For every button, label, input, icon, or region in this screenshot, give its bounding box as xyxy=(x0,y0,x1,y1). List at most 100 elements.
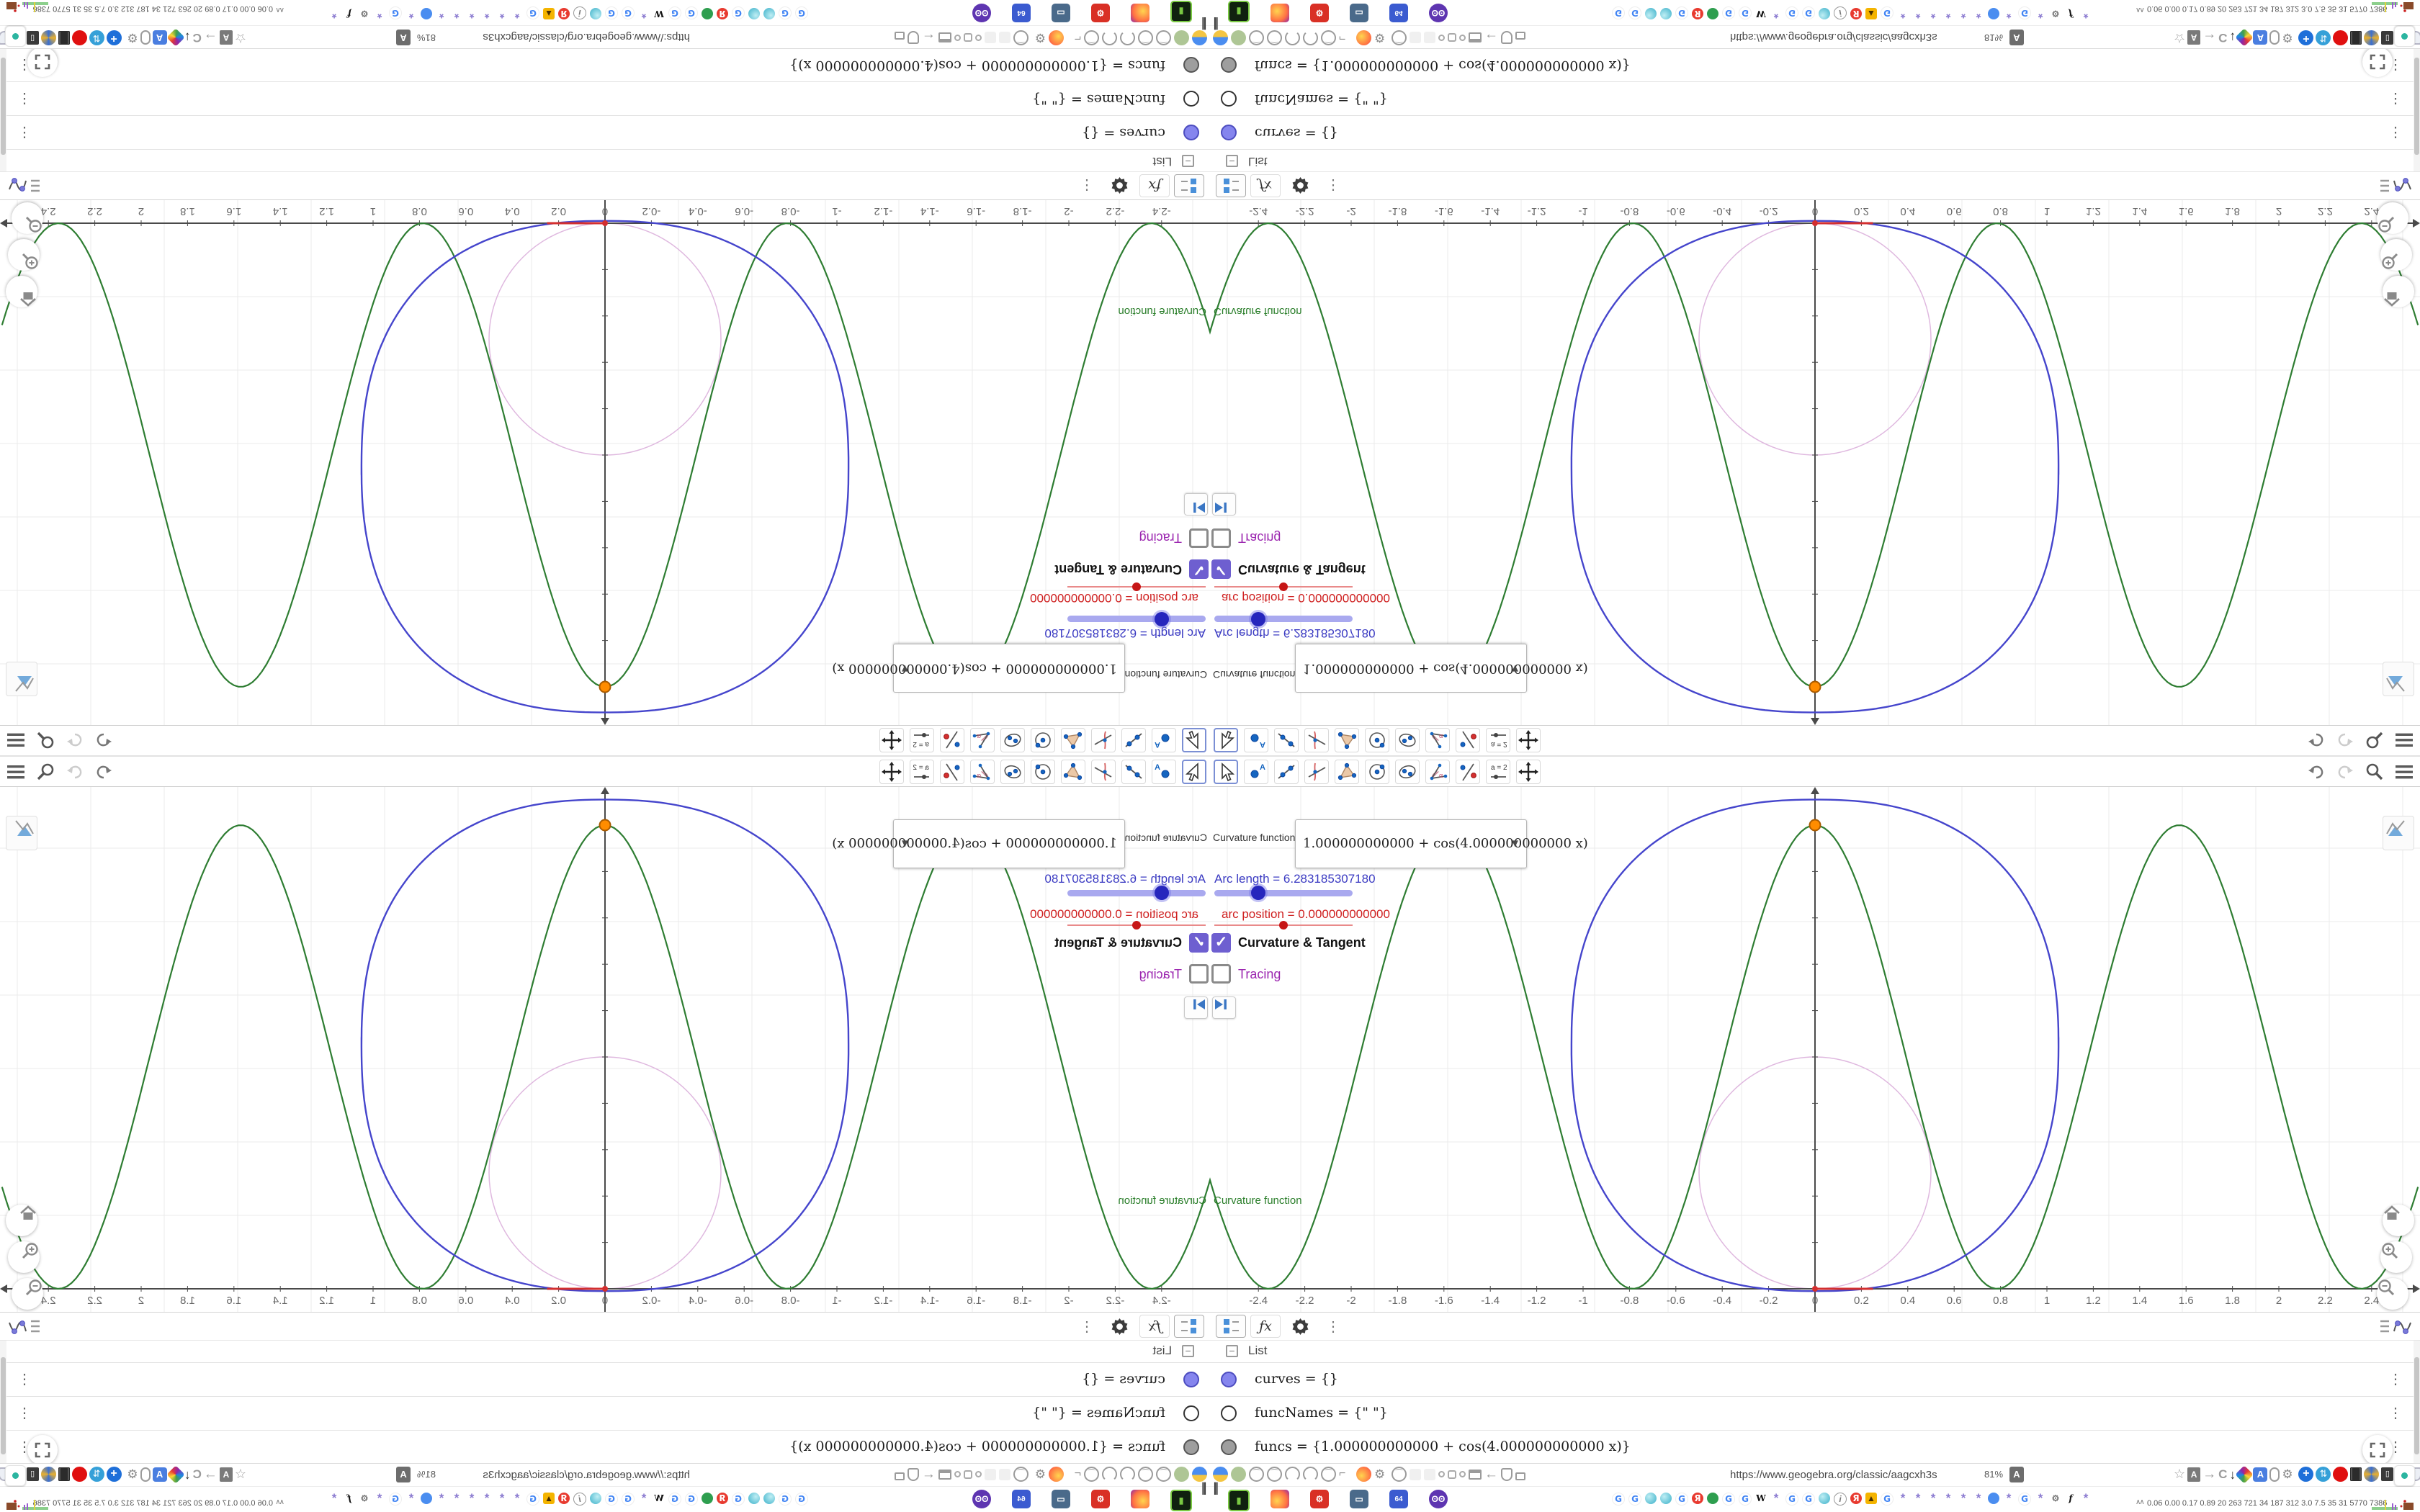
arrow-right-icon[interactable]: → xyxy=(2202,31,2216,46)
globe-icon[interactable] xyxy=(1321,30,1336,45)
tab-favicon-flower[interactable]: * xyxy=(496,7,508,21)
pinned-tab-screen-share[interactable]: ▭ xyxy=(1052,1490,1070,1508)
gauge-icon[interactable] xyxy=(1285,30,1300,45)
url-text[interactable]: https://www.geogebra.org/classic/aagcxh3… xyxy=(483,31,690,43)
lock-icon[interactable] xyxy=(1515,32,1525,40)
graphics-view[interactable]: -2.4 -2.2 -2 -1.8 -1.6 -1.4 -1.2 -1 -0.8 -0.6 -0.4… xyxy=(1210,200,2420,725)
mini-square-icon[interactable] xyxy=(1448,1470,1456,1479)
shield-icon[interactable] xyxy=(908,1467,919,1481)
tab-favicon-flower[interactable]: * xyxy=(638,7,650,21)
lock-icon[interactable] xyxy=(895,1472,905,1480)
oval-icon[interactable] xyxy=(2269,1467,2280,1482)
algebra-formula[interactable]: funcNames = {" "} xyxy=(1255,1405,1388,1421)
scrollbar-thumb[interactable] xyxy=(1,58,6,155)
tool-move[interactable] xyxy=(1214,760,1238,784)
recorder-widget[interactable] xyxy=(5,1465,26,1486)
wrench-icon[interactable]: ⌐ xyxy=(1339,31,1353,45)
box-dark-icon[interactable]: ▯ xyxy=(2381,31,2394,45)
monitor-chevron-icon[interactable]: ∧∧ xyxy=(2136,1498,2145,1506)
tab-favicon-google[interactable]: G xyxy=(1612,1493,1625,1506)
tab-favicon-yandex[interactable]: Я xyxy=(558,1493,570,1504)
tool-move[interactable] xyxy=(1214,728,1238,752)
pinned-tab-red-gear[interactable]: ⚙ xyxy=(1091,1490,1110,1508)
zoom-in-button[interactable] xyxy=(8,1241,40,1273)
curvature-tangent-checkbox[interactable]: ✓ xyxy=(1189,933,1209,953)
tab-favicon-sphere[interactable] xyxy=(763,1493,775,1504)
visibility-toggle-circle[interactable] xyxy=(1221,57,1237,73)
graphics-stylebar-toggle[interactable] xyxy=(2383,662,2414,696)
gear-icon[interactable]: ⚙ xyxy=(1031,31,1046,45)
search-icon[interactable] xyxy=(36,762,55,785)
algebra-formula[interactable]: funcNames = {" "} xyxy=(1255,91,1388,107)
algebra-row[interactable]: curves = {} ⋮ xyxy=(1210,1362,2420,1396)
tool-move[interactable] xyxy=(1182,760,1206,784)
visibility-toggle-circle[interactable] xyxy=(1221,1372,1237,1387)
algebra-row[interactable]: funcNames = {" "} ⋮ xyxy=(0,82,1210,116)
zoom-out-button[interactable] xyxy=(2377,202,2408,234)
tab-favicon-blue-circle[interactable] xyxy=(421,8,432,19)
algebra-formula[interactable]: curves = {} xyxy=(1255,1371,1338,1387)
pencil-icon[interactable] xyxy=(166,1464,185,1484)
tab-favicon-info[interactable]: i xyxy=(1834,1493,1847,1506)
graphics-stylebar-toggle[interactable] xyxy=(6,662,37,696)
globe-icon[interactable] xyxy=(1156,30,1171,45)
arc-length-slider[interactable] xyxy=(1067,886,1206,900)
algebra-formula[interactable]: curves = {} xyxy=(1082,1371,1165,1387)
reader-mode-icon[interactable]: A xyxy=(396,1467,411,1482)
pinned-tab-android-app[interactable]: ▮ xyxy=(1228,1490,1250,1511)
tool-reflect-about-line[interactable] xyxy=(940,728,964,752)
tab-favicon-flower[interactable]: * xyxy=(1770,7,1782,21)
kebab-menu-icon[interactable]: ⋮ xyxy=(1072,174,1102,197)
algebra-sort-icon[interactable] xyxy=(2378,1317,2413,1341)
curvature-function-value[interactable]: 1.000000000000 + cos(4.000000000000 x) xyxy=(1303,836,1588,851)
home-button[interactable] xyxy=(2383,276,2414,307)
pale-square-icon[interactable] xyxy=(999,32,1010,44)
pale-square-icon[interactable] xyxy=(985,1468,996,1480)
curvature-function-input[interactable]: 1.000000000000 + cos(4.000000000000 x) ▼ xyxy=(832,819,1125,868)
undo-icon[interactable] xyxy=(2307,728,2326,750)
tab-favicon-sphere[interactable] xyxy=(1819,8,1830,19)
pinned-tab-red-gear[interactable]: ⚙ xyxy=(1310,4,1329,22)
search-icon[interactable] xyxy=(2365,727,2384,750)
trash-icon[interactable] xyxy=(58,31,70,45)
firefox-icon[interactable] xyxy=(1356,1467,1371,1482)
tracing-checkbox[interactable] xyxy=(1189,964,1209,984)
tab-favicon-google[interactable]: G xyxy=(1802,1493,1815,1506)
translate-icon[interactable]: A xyxy=(2253,1467,2268,1482)
pencil-icon[interactable] xyxy=(2235,28,2254,48)
pinned-tab-android-app[interactable]: ▮ xyxy=(1228,1,1250,22)
algebra-row[interactable]: funcs = {1.000000000000 + cos(4.00000000… xyxy=(1210,1430,2420,1464)
tool-move[interactable] xyxy=(1182,728,1206,752)
dropdown-arrow-icon[interactable]: ▼ xyxy=(1510,837,1520,850)
tab-favicon-yandex[interactable]: Я xyxy=(1692,1493,1703,1504)
tab-favicon-flower[interactable]: * xyxy=(2003,1491,2015,1505)
tree-view-button[interactable] xyxy=(1216,1315,1246,1338)
fx-button[interactable]: ƒx xyxy=(1250,174,1281,197)
folder-icon[interactable] xyxy=(1469,1469,1482,1480)
tool-line[interactable] xyxy=(1274,760,1299,784)
tab-favicon-function[interactable]: f xyxy=(344,8,355,19)
tool-perpendicular-line[interactable] xyxy=(1091,760,1116,784)
sync-blue-icon[interactable]: ⇅ xyxy=(89,1467,104,1482)
visibility-toggle-circle[interactable] xyxy=(1221,1439,1237,1455)
row-kebab-menu-icon[interactable]: ⋮ xyxy=(2388,90,2403,108)
gear-icon[interactable]: ⚙ xyxy=(2282,1467,2296,1482)
dropdown-arrow-icon[interactable]: ▼ xyxy=(900,837,910,850)
tab-favicon-function[interactable]: f xyxy=(2065,1493,2076,1504)
tab-favicon-flower[interactable]: * xyxy=(1958,7,1969,21)
tab-favicon-sphere[interactable] xyxy=(1660,1493,1672,1504)
sync-blue-icon[interactable]: ⇅ xyxy=(89,30,104,45)
tab-favicon-flower[interactable]: * xyxy=(374,1491,385,1505)
pinned-tab-owl[interactable]: ʘʘ xyxy=(972,4,991,22)
pinned-tab-android-app[interactable]: ▮ xyxy=(1170,1490,1192,1511)
tab-favicon-flower[interactable]: * xyxy=(496,1491,508,1505)
tab-favicon-sphere[interactable] xyxy=(748,1493,760,1504)
settings-gear-button[interactable] xyxy=(1285,174,1315,197)
gauge-icon[interactable] xyxy=(1120,1467,1135,1482)
tool-move-graphics-view[interactable] xyxy=(879,728,904,752)
tab-favicon-google[interactable]: G xyxy=(1722,6,1735,19)
tab-favicon-google[interactable]: G xyxy=(622,6,635,19)
settings-gear-button[interactable] xyxy=(1285,1315,1315,1338)
plus-blue-icon[interactable]: + xyxy=(106,1467,122,1482)
reader-icon[interactable]: A xyxy=(219,30,233,45)
